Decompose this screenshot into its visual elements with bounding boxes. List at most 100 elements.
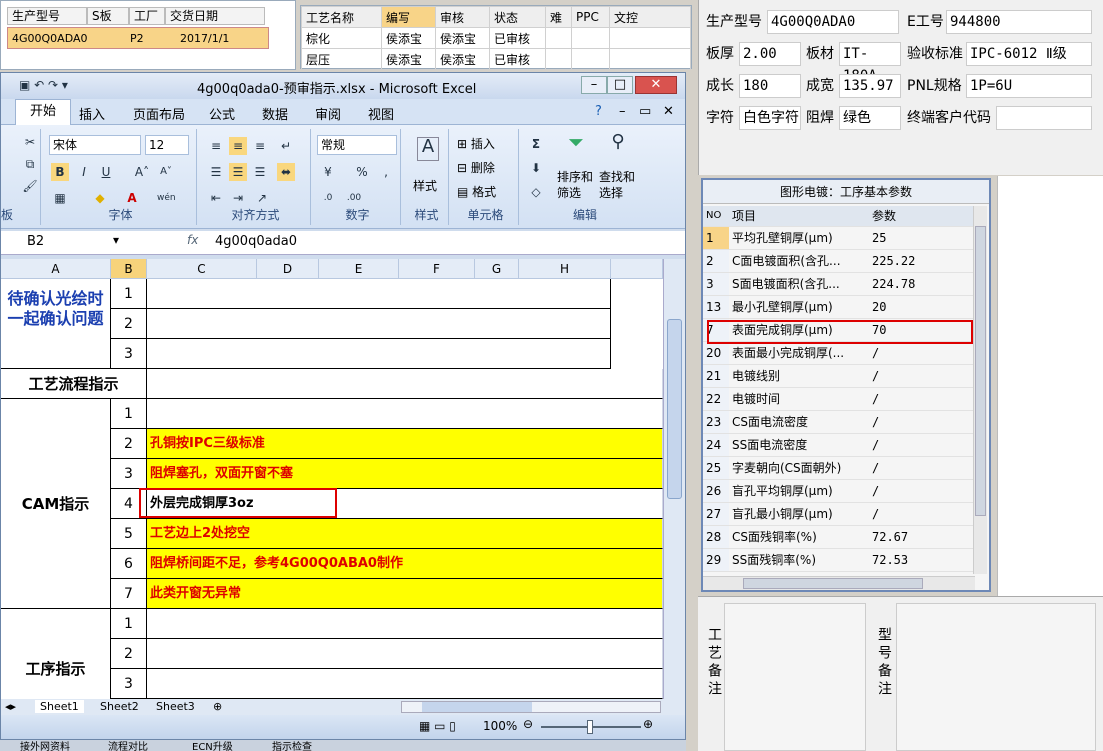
phonetic-icon[interactable]: wén [157, 189, 176, 207]
pnl-field[interactable]: 1P=6U [966, 74, 1092, 98]
table-row[interactable]: 24 SS面电流密度 / [703, 433, 975, 457]
model-notes-field[interactable] [896, 603, 1096, 751]
align-top-icon[interactable]: ≡ [207, 137, 225, 155]
process-cell[interactable] [147, 639, 663, 669]
scroll-thumb[interactable] [667, 319, 682, 499]
find-select-icon[interactable]: ⚲ [609, 133, 627, 151]
tab-insert[interactable]: 插入 [79, 104, 105, 123]
cam-cell[interactable] [147, 399, 663, 429]
tab-page-layout[interactable]: 页面布局 [133, 104, 185, 123]
table-row[interactable]: 1 平均孔壁铜厚(μm) 25 [703, 226, 975, 250]
font-name-select[interactable]: 宋体 [49, 135, 141, 155]
sort-filter-icon[interactable]: ⏷ [567, 132, 585, 152]
col-header[interactable]: 文控 [609, 6, 691, 28]
close-button[interactable]: ✕ [635, 76, 677, 94]
name-box[interactable]: B2 [27, 234, 44, 249]
table-row[interactable]: 21 电镀线别 / [703, 364, 975, 388]
minimize-button[interactable]: – [581, 76, 607, 94]
scroll-thumb[interactable] [975, 226, 986, 516]
cam-cell[interactable]: 阻焊桥间距不足，参考4G00Q0ABA0制作 [147, 549, 663, 579]
tab-formulas[interactable]: 公式 [209, 104, 235, 123]
process-notes-field[interactable] [724, 603, 866, 751]
width-field[interactable]: 135.97 [839, 74, 901, 98]
model-field[interactable]: 4G00Q0ADA0 [767, 10, 899, 34]
autosum-icon[interactable]: Σ [527, 135, 545, 153]
horizontal-scrollbar[interactable] [401, 701, 661, 713]
format-painter-icon[interactable]: 🖌 [21, 177, 39, 195]
sheet-tab-3[interactable]: Sheet3 [151, 700, 200, 713]
sheet-tab-1[interactable]: Sheet1 [35, 700, 84, 713]
table-row[interactable]: 20 表面最小完成铜厚(... / [703, 341, 975, 365]
styles-button[interactable]: 样式 [413, 177, 437, 194]
increase-decimal-icon[interactable]: .0 [319, 189, 337, 207]
bold-icon[interactable]: B [51, 163, 69, 181]
zoom-out-icon[interactable]: ⊖ [523, 717, 533, 731]
column-header-c[interactable]: C [147, 259, 257, 279]
tab-view[interactable]: 视图 [368, 104, 394, 123]
sort-filter-button[interactable]: 排序和 筛选 [557, 169, 593, 201]
zoom-slider-thumb[interactable] [587, 720, 593, 734]
insert-cells-button[interactable]: ⊞ 插入 [457, 135, 495, 152]
col-header[interactable]: NO [703, 206, 729, 227]
align-bottom-icon[interactable]: ≡ [251, 137, 269, 155]
orientation-icon[interactable]: ↗ [253, 189, 271, 207]
zoom-in-icon[interactable]: ⊕ [643, 717, 653, 731]
styles-icon[interactable]: A [417, 137, 439, 161]
soldermask-field[interactable]: 绿色 [839, 106, 901, 130]
cam-cell[interactable]: 工艺边上2处挖空 [147, 519, 663, 549]
underline-icon[interactable]: U [97, 163, 115, 181]
process-cell[interactable] [147, 669, 663, 699]
column-header-f[interactable]: F [399, 259, 475, 279]
table-row[interactable]: 29 SS面残铜率(%) 72.53 [703, 548, 975, 572]
quick-access-toolbar[interactable]: ▣ ↶ ↷ ▾ [19, 78, 68, 92]
formula-input[interactable]: 4g00q0ada0 [215, 234, 297, 249]
column-header-h[interactable]: H [519, 259, 611, 279]
currency-icon[interactable]: ¥ [319, 163, 337, 181]
fill-color-icon[interactable]: ◆ [91, 189, 109, 207]
col-header[interactable]: 工厂 [129, 7, 165, 25]
clear-icon[interactable]: ◇ [527, 183, 545, 201]
material-field[interactable]: IT-180A [839, 42, 901, 84]
column-header-d[interactable]: D [257, 259, 319, 279]
vertical-scrollbar[interactable] [663, 259, 685, 699]
col-header[interactable]: 审核 [435, 6, 490, 28]
tab-nav-icon[interactable]: ◂▸ [5, 700, 16, 713]
flow-cell[interactable] [147, 369, 663, 399]
scroll-thumb[interactable] [422, 702, 532, 712]
standard-field[interactable]: IPC-6012 Ⅱ级 [966, 42, 1092, 66]
table-row[interactable]: 23 CS面电流密度 / [703, 410, 975, 434]
col-header[interactable]: 项目 [729, 206, 869, 227]
table-row[interactable]: 25 字麦朝向(CS面朝外) / [703, 456, 975, 480]
table-row[interactable]: 层压 侯添宝 侯添宝 已审核 [301, 48, 691, 70]
align-right-icon[interactable]: ☰ [251, 163, 269, 181]
format-cells-button[interactable]: ▤ 格式 [457, 183, 496, 200]
font-color-icon[interactable]: A [123, 189, 141, 207]
name-box-dropdown-icon[interactable]: ▾ [113, 233, 119, 247]
cam-cell[interactable]: 此类开窗无异常 [147, 579, 663, 609]
col-header[interactable]: 编写 [381, 6, 436, 28]
tab-review[interactable]: 审阅 [315, 104, 341, 123]
view-buttons[interactable]: ▦ ▭ ▯ [419, 719, 456, 733]
copy-icon[interactable]: ⧉ [21, 155, 39, 173]
border-icon[interactable]: ▦ [51, 189, 69, 207]
maximize-button[interactable]: □ [607, 76, 633, 94]
col-header[interactable]: 参数 [869, 206, 975, 227]
align-middle-icon[interactable]: ≡ [229, 137, 247, 155]
bottom-tab[interactable]: 指示检查 [272, 740, 312, 751]
help-icon[interactable]: ? [595, 104, 602, 119]
bottom-tab[interactable]: ECN升级 [192, 740, 233, 751]
silkscreen-field[interactable]: 白色字符 [739, 106, 801, 130]
col-header[interactable]: S板 [87, 7, 129, 25]
column-header-e[interactable]: E [319, 259, 399, 279]
table-row[interactable]: 13 最小孔壁铜厚(μm) 20 [703, 295, 975, 319]
column-header-a[interactable]: A [1, 259, 111, 279]
table-row[interactable]: 26 盲孔平均铜厚(μm) / [703, 479, 975, 503]
confirm-cell[interactable] [147, 339, 611, 369]
table-row[interactable]: 3 S面电镀面积(含孔... 224.78 [703, 272, 975, 296]
bottom-tab[interactable]: 接外网资料 [20, 740, 70, 751]
tab-data[interactable]: 数据 [262, 104, 288, 123]
horizontal-scrollbar[interactable] [703, 576, 975, 590]
table-row[interactable]: 22 电镀时间 / [703, 387, 975, 411]
ribbon-minimize-icon[interactable]: – [619, 104, 626, 119]
col-header[interactable]: 交货日期 [165, 7, 265, 25]
